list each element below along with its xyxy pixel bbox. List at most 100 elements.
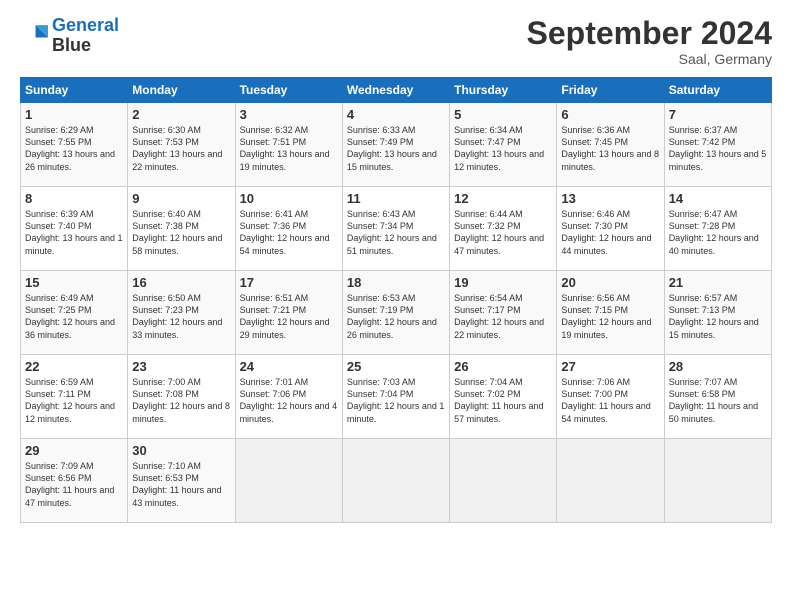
calendar-cell: 19Sunrise: 6:54 AM Sunset: 7:17 PM Dayli… [450, 271, 557, 355]
calendar-cell: 25 Sunrise: 7:03 AM Sunset: 7:04 PM Dayli… [342, 355, 449, 439]
day-number: 2 [132, 107, 230, 122]
weekday-header-wednesday: Wednesday [342, 78, 449, 103]
day-number: 16 [132, 275, 230, 290]
day-number: 28 [669, 359, 767, 374]
day-number: 29 [25, 443, 123, 458]
calendar-cell [450, 439, 557, 523]
page: General Blue September 2024 Saal, German… [0, 0, 792, 612]
week-row-1: 1 Sunrise: 6:29 AM Sunset: 7:55 PM Daylig… [21, 103, 772, 187]
cell-info: Sunrise: 6:39 AM Sunset: 7:40 PM Dayligh… [25, 208, 123, 257]
cell-info: Sunrise: 6:36 AM Sunset: 7:45 PM Dayligh… [561, 124, 659, 173]
logo-icon [20, 22, 48, 50]
day-number: 6 [561, 107, 659, 122]
cell-info: Sunrise: 6:59 AM Sunset: 7:11 PM Dayligh… [25, 376, 123, 425]
cell-info: Sunrise: 6:47 AM Sunset: 7:28 PM Dayligh… [669, 208, 767, 257]
calendar-cell: 9 Sunrise: 6:40 AM Sunset: 7:38 PM Daylig… [128, 187, 235, 271]
cell-info: Sunrise: 7:09 AM Sunset: 6:56 PM Dayligh… [25, 460, 123, 509]
cell-info: Sunrise: 6:33 AM Sunset: 7:49 PM Dayligh… [347, 124, 445, 173]
day-number: 14 [669, 191, 767, 206]
day-number: 10 [240, 191, 338, 206]
day-number: 1 [25, 107, 123, 122]
cell-info: Sunrise: 7:07 AM Sunset: 6:58 PM Dayligh… [669, 376, 767, 425]
cell-info: Sunrise: 6:41 AM Sunset: 7:36 PM Dayligh… [240, 208, 338, 257]
cell-info: Sunrise: 6:53 AM Sunset: 7:19 PM Dayligh… [347, 292, 445, 341]
day-number: 3 [240, 107, 338, 122]
calendar-cell: 13 Sunrise: 6:46 AM Sunset: 7:30 PM Dayli… [557, 187, 664, 271]
calendar-cell: 7 Sunrise: 6:37 AM Sunset: 7:42 PM Daylig… [664, 103, 771, 187]
calendar-cell: 23 Sunrise: 7:00 AM Sunset: 7:08 PM Dayli… [128, 355, 235, 439]
cell-info: Sunrise: 6:29 AM Sunset: 7:55 PM Dayligh… [25, 124, 123, 173]
calendar-cell: 8 Sunrise: 6:39 AM Sunset: 7:40 PM Daylig… [21, 187, 128, 271]
calendar-table: SundayMondayTuesdayWednesdayThursdayFrid… [20, 77, 772, 523]
calendar-cell: 20 Sunrise: 6:56 AM Sunset: 7:15 PM Dayli… [557, 271, 664, 355]
calendar-cell: 12Sunrise: 6:44 AM Sunset: 7:32 PM Dayli… [450, 187, 557, 271]
header: General Blue September 2024 Saal, German… [20, 16, 772, 67]
weekday-header-monday: Monday [128, 78, 235, 103]
cell-info: Sunrise: 6:56 AM Sunset: 7:15 PM Dayligh… [561, 292, 659, 341]
day-number: 8 [25, 191, 123, 206]
day-number: 30 [132, 443, 230, 458]
calendar-cell: 5 Sunrise: 6:34 AM Sunset: 7:47 PM Daylig… [450, 103, 557, 187]
calendar-cell: 24 Sunrise: 7:01 AM Sunset: 7:06 PM Dayli… [235, 355, 342, 439]
day-number: 4 [347, 107, 445, 122]
week-row-5: 29 Sunrise: 7:09 AM Sunset: 6:56 PM Dayli… [21, 439, 772, 523]
cell-info: Sunrise: 7:10 AM Sunset: 6:53 PM Dayligh… [132, 460, 230, 509]
day-number: 13 [561, 191, 659, 206]
calendar-cell: 2 Sunrise: 6:30 AM Sunset: 7:53 PM Daylig… [128, 103, 235, 187]
cell-info: Sunrise: 6:43 AM Sunset: 7:34 PM Dayligh… [347, 208, 445, 257]
calendar-cell: 14 Sunrise: 6:47 AM Sunset: 7:28 PM Dayli… [664, 187, 771, 271]
cell-info: Sunrise: 7:04 AM Sunset: 7:02 PM Dayligh… [454, 376, 552, 425]
day-number: 22 [25, 359, 123, 374]
calendar-cell: 22 Sunrise: 6:59 AM Sunset: 7:11 PM Dayli… [21, 355, 128, 439]
day-number: 27 [561, 359, 659, 374]
calendar-cell: 1 Sunrise: 6:29 AM Sunset: 7:55 PM Daylig… [21, 103, 128, 187]
cell-info: Sunrise: 6:34 AM Sunset: 7:47 PM Dayligh… [454, 124, 552, 173]
cell-info: Sunrise: 7:06 AM Sunset: 7:00 PM Dayligh… [561, 376, 659, 425]
day-number: 9 [132, 191, 230, 206]
weekday-header-sunday: Sunday [21, 78, 128, 103]
calendar-cell: 15Sunrise: 6:49 AM Sunset: 7:25 PM Dayli… [21, 271, 128, 355]
title-block: September 2024 Saal, Germany [527, 16, 772, 67]
day-number: 5 [454, 107, 552, 122]
calendar-cell: 11Sunrise: 6:43 AM Sunset: 7:34 PM Dayli… [342, 187, 449, 271]
cell-info: Sunrise: 6:30 AM Sunset: 7:53 PM Dayligh… [132, 124, 230, 173]
weekday-header-thursday: Thursday [450, 78, 557, 103]
weekday-header-saturday: Saturday [664, 78, 771, 103]
cell-info: Sunrise: 6:32 AM Sunset: 7:51 PM Dayligh… [240, 124, 338, 173]
calendar-cell: 16 Sunrise: 6:50 AM Sunset: 7:23 PM Dayli… [128, 271, 235, 355]
calendar-cell: 21Sunrise: 6:57 AM Sunset: 7:13 PM Dayli… [664, 271, 771, 355]
cell-info: Sunrise: 7:01 AM Sunset: 7:06 PM Dayligh… [240, 376, 338, 425]
day-number: 25 [347, 359, 445, 374]
day-number: 18 [347, 275, 445, 290]
calendar-cell: 26Sunrise: 7:04 AM Sunset: 7:02 PM Dayli… [450, 355, 557, 439]
day-number: 19 [454, 275, 552, 290]
calendar-cell [342, 439, 449, 523]
cell-info: Sunrise: 6:50 AM Sunset: 7:23 PM Dayligh… [132, 292, 230, 341]
cell-info: Sunrise: 7:00 AM Sunset: 7:08 PM Dayligh… [132, 376, 230, 425]
cell-info: Sunrise: 7:03 AM Sunset: 7:04 PM Dayligh… [347, 376, 445, 425]
calendar-cell [664, 439, 771, 523]
calendar-cell: 28 Sunrise: 7:07 AM Sunset: 6:58 PM Dayli… [664, 355, 771, 439]
cell-info: Sunrise: 6:37 AM Sunset: 7:42 PM Dayligh… [669, 124, 767, 173]
day-number: 17 [240, 275, 338, 290]
calendar-cell: 18 Sunrise: 6:53 AM Sunset: 7:19 PM Dayli… [342, 271, 449, 355]
weekday-header-friday: Friday [557, 78, 664, 103]
logo: General Blue [20, 16, 119, 56]
day-number: 23 [132, 359, 230, 374]
cell-info: Sunrise: 6:46 AM Sunset: 7:30 PM Dayligh… [561, 208, 659, 257]
cell-info: Sunrise: 6:51 AM Sunset: 7:21 PM Dayligh… [240, 292, 338, 341]
day-number: 20 [561, 275, 659, 290]
day-number: 24 [240, 359, 338, 374]
calendar-cell: 29 Sunrise: 7:09 AM Sunset: 6:56 PM Dayli… [21, 439, 128, 523]
calendar-cell: 17 Sunrise: 6:51 AM Sunset: 7:21 PM Dayli… [235, 271, 342, 355]
cell-info: Sunrise: 6:40 AM Sunset: 7:38 PM Dayligh… [132, 208, 230, 257]
location: Saal, Germany [527, 51, 772, 67]
weekday-header-row: SundayMondayTuesdayWednesdayThursdayFrid… [21, 78, 772, 103]
day-number: 7 [669, 107, 767, 122]
calendar-cell: 3 Sunrise: 6:32 AM Sunset: 7:51 PM Daylig… [235, 103, 342, 187]
calendar-cell: 4 Sunrise: 6:33 AM Sunset: 7:49 PM Daylig… [342, 103, 449, 187]
day-number: 21 [669, 275, 767, 290]
day-number: 12 [454, 191, 552, 206]
day-number: 15 [25, 275, 123, 290]
logo-text: General Blue [52, 16, 119, 56]
